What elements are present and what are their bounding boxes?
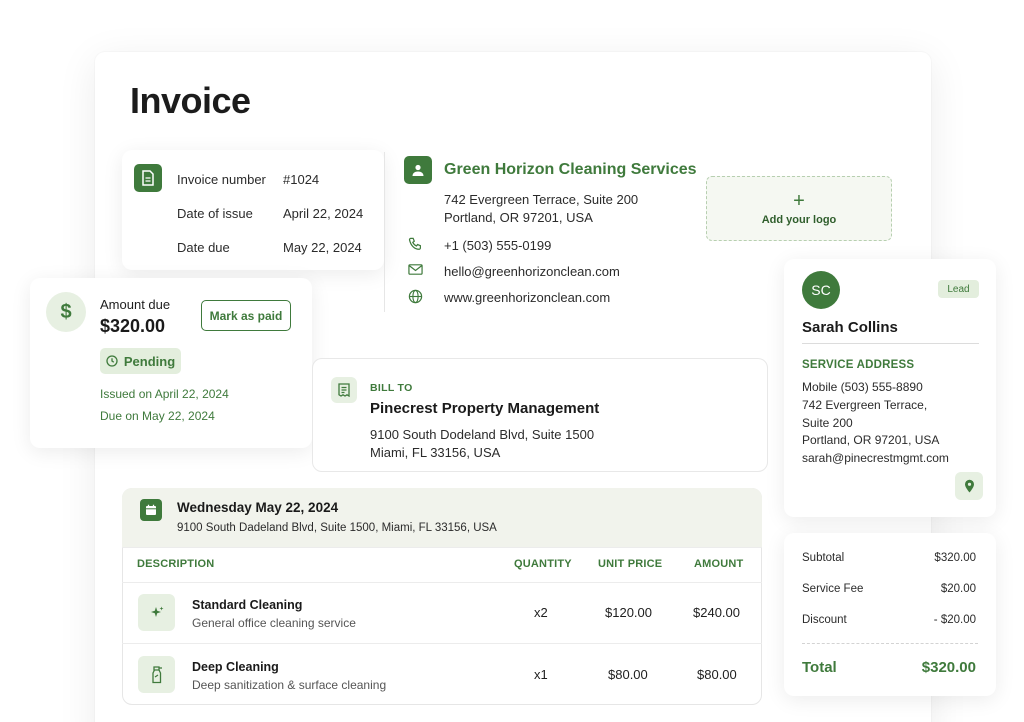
job-header (122, 488, 762, 547)
divider (122, 547, 762, 548)
service-fee-row: Service Fee $20.00 (802, 583, 976, 595)
item-unit-price: $120.00 (605, 605, 652, 620)
item-quantity: x2 (534, 605, 548, 620)
bill-to-address-line1: 9100 South Dodeland Blvd, Suite 1500 (370, 427, 595, 442)
document-icon (134, 164, 162, 192)
company-phone: +1 (503) 555-0199 (444, 238, 552, 253)
dollar-icon: $ (46, 292, 86, 332)
date-due-value: May 22, 2024 (283, 240, 362, 255)
company-name: Green Horizon Cleaning Services (444, 161, 697, 178)
clock-icon (106, 355, 118, 367)
date-due-label: Date due (177, 240, 230, 255)
bill-to-address-line2: Miami, FL 33156, USA (370, 445, 501, 460)
bill-to-name: Pinecrest Property Management (370, 400, 600, 417)
issued-date: Issued on April 22, 2024 (100, 387, 229, 401)
total-label: Total (802, 659, 837, 676)
subtotal-row: Subtotal $320.00 (802, 552, 976, 564)
status-badge: Pending (100, 348, 181, 374)
amount-due-label: Amount due (100, 297, 171, 312)
invoice-number-value: #1024 (283, 172, 320, 187)
service-fee-value: $20.00 (940, 583, 976, 595)
calendar-icon (140, 499, 162, 521)
avatar: SC (802, 271, 840, 309)
mark-as-paid-button[interactable]: Mark as paid (201, 300, 291, 331)
service-address-heading: SERVICE ADDRESS (802, 359, 915, 371)
column-header-quantity: QUANTITY (514, 558, 572, 570)
page-title: Invoice (130, 80, 251, 121)
client-email: sarah@pinecrestmgmt.com (802, 451, 949, 465)
mail-icon (408, 263, 423, 281)
divider (122, 582, 762, 583)
total-row: Total $320.00 (802, 659, 976, 676)
totals-divider (802, 643, 978, 644)
divider (384, 152, 385, 312)
add-logo-button[interactable]: + Add your logo (706, 176, 892, 241)
map-pin-button[interactable] (955, 472, 983, 500)
item-amount: $80.00 (697, 667, 737, 682)
column-header-description: DESCRIPTION (137, 558, 215, 570)
item-quantity: x1 (534, 667, 548, 682)
bill-to-heading: BILL TO (370, 382, 413, 394)
company-website[interactable]: www.greenhorizonclean.com (444, 290, 610, 305)
subtotal-value: $320.00 (934, 552, 976, 564)
plus-icon: + (793, 189, 805, 212)
discount-value: - $20.00 (933, 614, 976, 626)
client-address-line1: 742 Evergreen Terrace, (802, 398, 928, 412)
status-label: Pending (123, 353, 176, 369)
amount-due-value: $320.00 (100, 316, 166, 336)
item-name: Deep Cleaning (192, 660, 279, 674)
client-address-line3: Portland, OR 97201, USA (802, 433, 940, 447)
divider (122, 643, 762, 644)
job-date: Wednesday May 22, 2024 (177, 500, 339, 515)
add-logo-label: Add your logo (761, 213, 837, 226)
map-pin-icon (964, 479, 974, 493)
invoice-number-label: Invoice number (177, 172, 266, 187)
job-address: 9100 South Dadeland Blvd, Suite 1500, Mi… (177, 522, 497, 534)
subtotal-label: Subtotal (802, 552, 845, 564)
item-description: General office cleaning service (192, 616, 356, 630)
company-address-line2: Portland, OR 97201, USA (444, 210, 593, 225)
item-unit-price: $80.00 (608, 667, 648, 682)
client-divider (802, 343, 979, 344)
discount-row: Discount - $20.00 (802, 614, 976, 626)
item-name: Standard Cleaning (192, 598, 303, 612)
item-amount: $240.00 (693, 605, 740, 620)
total-value: $320.00 (921, 659, 976, 676)
date-of-issue-label: Date of issue (177, 206, 253, 221)
company-email[interactable]: hello@greenhorizonclean.com (444, 264, 620, 279)
spray-bottle-icon (138, 656, 175, 693)
company-address-line1: 742 Evergreen Terrace, Suite 200 (444, 192, 639, 207)
column-header-unit-price: UNIT PRICE (598, 558, 663, 570)
column-header-amount: AMOUNT (694, 558, 744, 570)
date-of-issue-value: April 22, 2024 (283, 206, 364, 221)
service-fee-label: Service Fee (802, 583, 864, 595)
client-name: Sarah Collins (802, 319, 898, 336)
lead-badge: Lead (938, 280, 979, 298)
sparkle-icon (138, 594, 175, 631)
receipt-icon (331, 377, 357, 403)
globe-icon (408, 289, 423, 309)
business-icon (404, 156, 432, 184)
due-date: Due on May 22, 2024 (100, 409, 215, 423)
item-description: Deep sanitization & surface cleaning (192, 678, 387, 692)
discount-label: Discount (802, 614, 847, 626)
client-address-line2: Suite 200 (802, 416, 853, 430)
client-phone: Mobile (503) 555-8890 (802, 380, 923, 394)
phone-icon (408, 237, 423, 257)
